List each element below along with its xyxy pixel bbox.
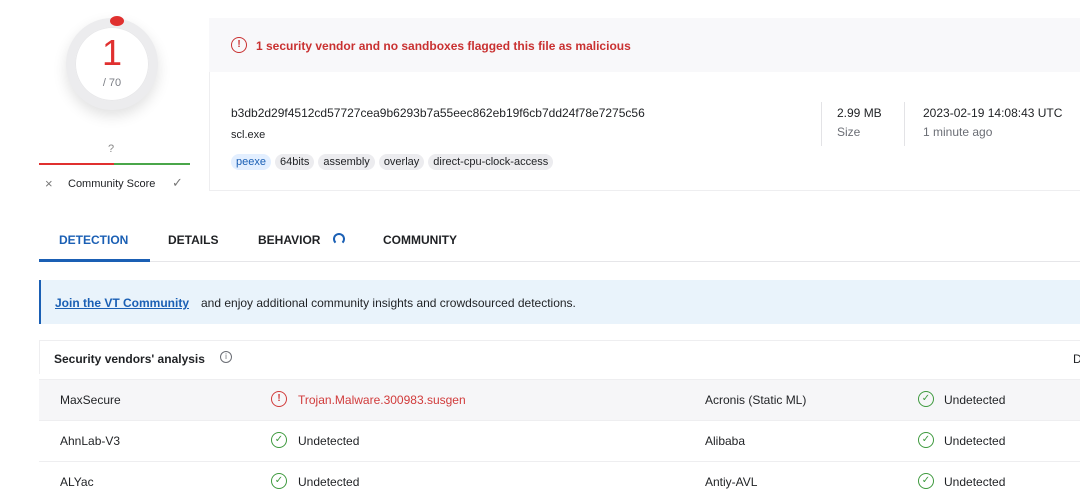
detection-result: Undetected [944, 434, 1006, 448]
alert-text: 1 security vendor and no sandboxes flagg… [256, 39, 631, 53]
section-action-partial[interactable]: D [1073, 352, 1080, 366]
file-info-panel: b3db2d29f4512cd57727cea9b6293b7a55eec862… [209, 72, 1080, 191]
analysis-date-value: 2023-02-19 14:08:43 UTC [923, 106, 1063, 120]
table-row: MaxSecure ! Trojan.Malware.300983.susgen… [39, 379, 1080, 421]
tag[interactable]: overlay [378, 154, 425, 170]
community-score-bar-positive [114, 163, 190, 165]
file-name: scl.exe [231, 129, 266, 141]
vendor-name: Acronis (Static ML) [705, 393, 807, 407]
divider [821, 102, 822, 146]
file-size-value: 2.99 MB [837, 106, 882, 120]
vendors-section-header: Security vendors' analysis i D [39, 340, 1080, 374]
vendor-name: AhnLab-V3 [60, 434, 121, 448]
tag[interactable]: direct-cpu-clock-access [428, 154, 554, 170]
community-score-label: Community Score [68, 178, 156, 190]
file-hash[interactable]: b3db2d29f4512cd57727cea9b6293b7a55eec862… [231, 106, 645, 120]
detection-score-gauge: 1 / 70 [66, 18, 158, 110]
tabs-divider [39, 261, 1080, 262]
undetected-icon: ✓ [918, 391, 934, 407]
section-title: Security vendors' analysis [54, 352, 205, 366]
file-tags: peexe 64bits assembly overlay direct-cpu… [231, 154, 554, 170]
vendor-name: Antiy-AVL [705, 475, 758, 489]
vendor-name: ALYac [60, 475, 94, 489]
info-icon[interactable]: i [220, 351, 232, 363]
undetected-icon: ✓ [271, 473, 287, 489]
vote-harmless-icon[interactable]: ✓ [172, 175, 183, 191]
active-tab-indicator [39, 259, 150, 262]
divider [904, 102, 905, 146]
detection-alert: ! 1 security vendor and no sandboxes fla… [209, 18, 1080, 72]
analysis-date-relative: 1 minute ago [923, 125, 993, 139]
tab-community[interactable]: COMMUNITY [383, 233, 457, 247]
tag[interactable]: peexe [231, 154, 271, 170]
tab-details[interactable]: DETAILS [168, 233, 218, 247]
undetected-icon: ✓ [918, 473, 934, 489]
tag[interactable]: assembly [318, 154, 375, 170]
join-community-link[interactable]: Join the VT Community [55, 296, 189, 310]
table-row: ALYac ✓ Undetected Antiy-AVL ✓ Undetecte… [39, 461, 1080, 503]
community-score-bar-negative [39, 163, 114, 165]
engine-total: / 70 [102, 77, 122, 89]
detection-count: 1 [101, 32, 123, 73]
vote-malicious-icon[interactable]: × [45, 176, 53, 191]
malicious-icon: ! [271, 391, 287, 407]
table-row: AhnLab-V3 ✓ Undetected Alibaba ✓ Undetec… [39, 420, 1080, 462]
detection-result: Trojan.Malware.300983.susgen [298, 393, 466, 407]
tag[interactable]: 64bits [274, 154, 315, 170]
tab-behavior[interactable]: BEHAVIOR [258, 233, 320, 247]
community-banner: Join the VT Community and enjoy addition… [39, 280, 1080, 324]
file-size-label: Size [837, 125, 861, 139]
tab-detection[interactable]: DETECTION [59, 233, 128, 247]
gauge-center: 1 / 70 [75, 27, 149, 101]
banner-text: and enjoy additional community insights … [201, 296, 576, 310]
detection-result: Undetected [944, 475, 1006, 489]
community-score-value: ? [108, 143, 115, 155]
undetected-icon: ✓ [271, 432, 287, 448]
vendor-name: MaxSecure [60, 393, 121, 407]
detection-result: Undetected [298, 475, 360, 489]
undetected-icon: ✓ [918, 432, 934, 448]
gauge-indicator-dot [110, 16, 124, 26]
alert-icon: ! [231, 37, 247, 53]
detection-result: Undetected [298, 434, 360, 448]
detection-result: Undetected [944, 393, 1006, 407]
vendor-name: Alibaba [705, 434, 746, 448]
loading-spinner-icon [333, 233, 345, 245]
